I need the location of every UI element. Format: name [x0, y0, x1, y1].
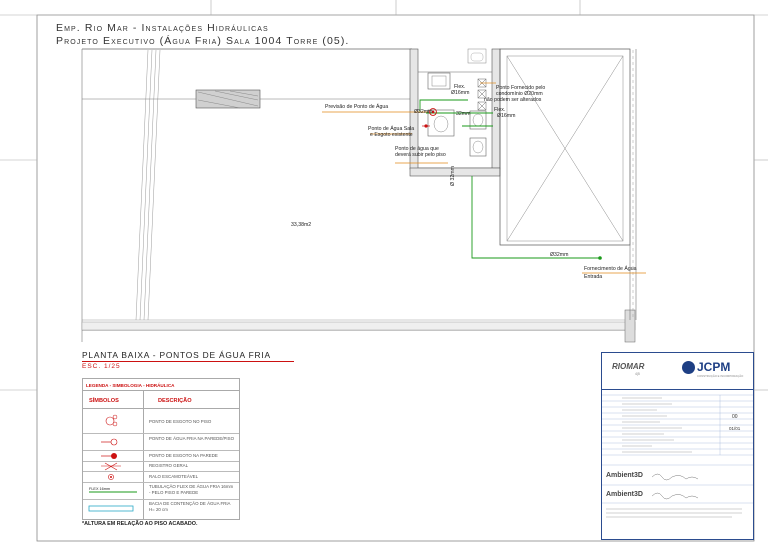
note-fornec-2: Entrada — [584, 274, 603, 280]
legend-row-7: BACIA DE CONTENÇÃO DE ÁGUA FRIA H= 20 cm — [149, 501, 231, 512]
legend-row-4: REGISTRO GERAL — [149, 463, 189, 468]
plan-caption: PLANTA BAIXA - PONTOS DE ÁGUA FRIA — [82, 350, 271, 360]
room-area: 33,38m2 — [291, 222, 312, 228]
note-previsao: Previsão de Ponto de Água — [325, 104, 389, 110]
note-pipe-20b: 32mm — [456, 111, 471, 117]
brand-jcpm-sub: CONSTRUÇÃO E INCORPORAÇÃO — [697, 374, 744, 378]
title-block: RIOMAR 4|5 JCPM CONSTRUÇÃO E INCORPORAÇÃ… — [601, 352, 754, 540]
note-horiz-pipe: Ø32mm — [550, 252, 569, 258]
note-supply-3: não podem ser alterados — [484, 97, 542, 103]
note-pipe-20: Ø32mm — [414, 109, 433, 115]
note-flex-3: Ø16mm — [497, 113, 516, 119]
note-ponto-agua-2: e Esgoto existente — [370, 132, 413, 138]
legend-row-6: TUBULAÇÃO FLEX DE ÁGUA FRIA 16mm - PELO … — [149, 484, 234, 495]
title-block-grid — [602, 394, 753, 518]
brand-riomar: RIOMAR — [612, 362, 645, 371]
legend-row-2: PONTO DE ÁGUA FRIA NA PAREDE/PISO — [149, 436, 234, 441]
note-fornec-1: Fornecimento de Água — [584, 266, 637, 272]
legend-box: LEGENDA - SIMBOLOGIA - HIDRÁULICA SÍMBOL… — [82, 378, 240, 520]
legend-footnote: *ALTURA EM RELAÇÃO AO PISO ACABADO. — [82, 521, 198, 527]
revision-number: 00 — [732, 414, 738, 420]
sheet-number: 01/01 — [729, 426, 741, 431]
ambient-logo-2: Ambient3D — [606, 491, 643, 498]
legend-symbols — [88, 414, 137, 512]
legend-col-desc: DESCRIÇÃO — [158, 398, 192, 404]
signature-marks — [651, 473, 699, 500]
note-flex-dim: Ø16mm — [451, 90, 470, 96]
legend-row-1: PONTO DE ESGOTO NO PISO — [149, 419, 212, 424]
note-vert-pipe: Ø 32mm — [450, 166, 456, 186]
plan-scale: ESC. 1/25 — [82, 363, 121, 370]
jcpm-logo-icon — [682, 361, 695, 374]
brand-riomar-sub: 4|5 — [635, 372, 640, 376]
brand-jcpm: JCPM — [697, 360, 731, 374]
ambient-logo-1: Ambient3D — [606, 472, 643, 479]
legend-row-3: PONTO DE ESGOTO NA PAREDE — [149, 453, 218, 458]
caption-underline — [82, 361, 294, 362]
legend-row-5: RALO ESCAMOTEÁVEL — [149, 474, 199, 479]
note-subir-2: deverá subir pelo piso — [395, 152, 446, 158]
